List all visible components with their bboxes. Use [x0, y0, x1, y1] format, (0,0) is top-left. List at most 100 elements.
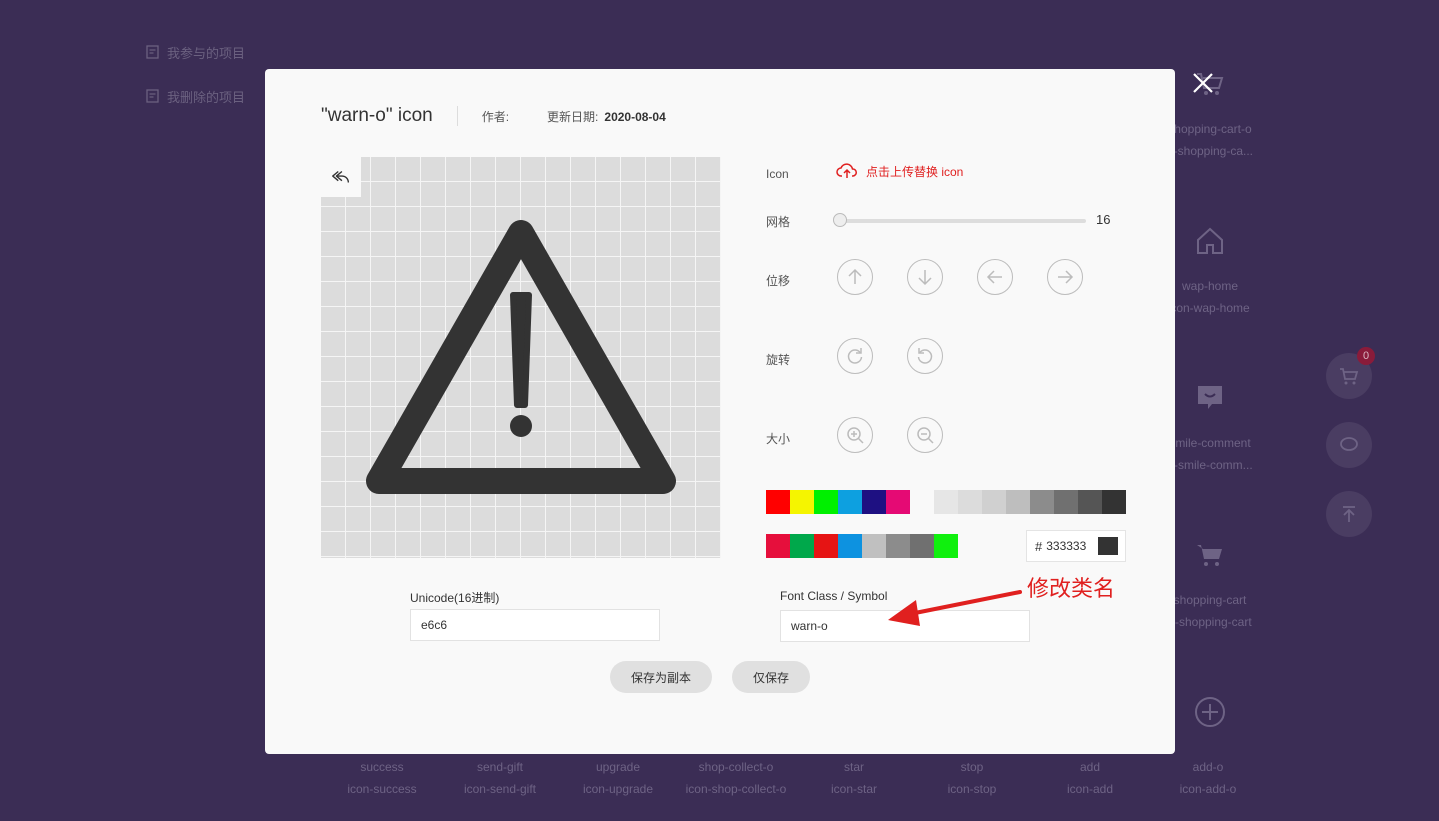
color-palette-secondary: [766, 534, 958, 558]
color-swatch[interactable]: [1102, 490, 1126, 514]
color-swatch[interactable]: [886, 490, 910, 514]
color-swatch[interactable]: [910, 534, 934, 558]
unicode-label: Unicode(16进制): [410, 591, 500, 605]
close-icon: [1193, 73, 1213, 93]
color-swatch[interactable]: [838, 534, 862, 558]
color-palette-gray: [934, 490, 1126, 514]
cart-badge: 0: [1357, 347, 1375, 365]
color-hex-value: 333333: [1046, 539, 1087, 553]
color-swatch[interactable]: [1078, 490, 1102, 514]
color-swatch[interactable]: [982, 490, 1006, 514]
rotate-clockwise-button[interactable]: [837, 338, 873, 374]
grid-label: 网格: [766, 215, 791, 229]
bg-icon-cell[interactable]: shop-collect-o icon-shop-collect-o: [677, 756, 795, 800]
rotate-label: 旋转: [766, 353, 791, 367]
icon-name: send-gift: [476, 760, 524, 774]
zoom-out-icon: [917, 427, 934, 444]
icon-name: shop-collect-o: [698, 760, 774, 774]
upload-replace-button[interactable]: 点击上传替换 icon: [836, 162, 963, 180]
icon-name: add: [1079, 760, 1101, 774]
chat-float-button[interactable]: [1326, 422, 1372, 468]
chat-icon: [1198, 386, 1222, 409]
color-swatch[interactable]: [790, 490, 814, 514]
sidebar-item-participated[interactable]: 我参与的项目: [145, 30, 285, 74]
color-swatch[interactable]: [958, 490, 982, 514]
color-swatch[interactable]: [814, 534, 838, 558]
arrow-up-icon: [848, 268, 862, 284]
color-swatch[interactable]: [886, 534, 910, 558]
bottom-icon-row: success icon-success send-gift icon-send-g…: [323, 756, 1267, 800]
grid-slider[interactable]: [833, 213, 1086, 227]
icon-name: upgrade: [595, 760, 641, 774]
back-to-top-button[interactable]: [1326, 491, 1372, 537]
icon-name: stop: [960, 760, 984, 774]
unicode-input[interactable]: [410, 609, 660, 641]
color-swatch[interactable]: [790, 534, 814, 558]
color-swatch[interactable]: [838, 490, 862, 514]
move-down-button[interactable]: [907, 259, 943, 295]
move-up-button[interactable]: [837, 259, 873, 295]
dialog-title: "warn-o" icon: [321, 105, 433, 126]
dialog-header: "warn-o" icon 作者: 更新日期: 2020-08-04: [321, 103, 666, 129]
slider-handle[interactable]: [833, 213, 847, 227]
author-info: 作者:: [482, 108, 515, 125]
arrow-right-icon: [1058, 270, 1074, 284]
home-icon: [1197, 227, 1223, 254]
bg-icon-cell[interactable]: add-o icon-add-o: [1149, 756, 1267, 800]
annotation-arrow: [888, 590, 1022, 626]
rotate-ccw-icon: [917, 348, 933, 364]
update-date-info: 更新日期: 2020-08-04: [547, 108, 666, 125]
color-swatch[interactable]: [1030, 490, 1054, 514]
color-swatch[interactable]: [766, 534, 790, 558]
zoom-in-button[interactable]: [837, 417, 873, 453]
icon-class: icon-star: [830, 782, 877, 796]
sidebar-item-deleted[interactable]: 我删除的项目: [145, 74, 285, 118]
bg-icon-cell[interactable]: upgrade icon-upgrade: [559, 756, 677, 800]
icon-name: add-o: [1192, 760, 1224, 774]
close-button[interactable]: [1188, 68, 1218, 98]
bg-icon-cell[interactable]: add icon-add: [1031, 756, 1149, 800]
icon-class: icon-success: [347, 782, 417, 796]
date-label: 更新日期:: [547, 109, 599, 124]
icon-class: icon-upgrade: [582, 782, 654, 796]
icon-class: icon-shop-collect-o: [685, 782, 787, 796]
color-swatch[interactable]: [766, 490, 790, 514]
icon-label: Icon: [766, 167, 789, 181]
icon-edit-canvas[interactable]: [321, 157, 721, 558]
save-button[interactable]: 仅保存: [732, 661, 810, 693]
annotation-text: 修改类名: [1027, 577, 1116, 602]
undo-button[interactable]: [321, 157, 361, 197]
bg-icon-cell[interactable]: success icon-success: [323, 756, 441, 800]
cart-icon: [1340, 368, 1359, 385]
zoom-out-button[interactable]: [907, 417, 943, 453]
grid-value: 16: [1096, 212, 1111, 227]
save-as-copy-button[interactable]: 保存为副本: [610, 661, 712, 693]
document-icon: [146, 89, 159, 103]
color-hex-input[interactable]: # 333333: [1026, 530, 1126, 562]
chat-icon: [1340, 437, 1358, 451]
bg-icon-cell[interactable]: star icon-star: [795, 756, 913, 800]
cart-icon: [1197, 545, 1222, 566]
header-divider: [456, 106, 458, 126]
zoom-in-icon: [847, 427, 864, 444]
rotate-counterclockwise-button[interactable]: [907, 338, 943, 374]
warning-icon: [366, 220, 676, 494]
bg-icon-cell[interactable]: send-gift icon-send-gift: [441, 756, 559, 800]
color-swatch[interactable]: [814, 490, 838, 514]
color-swatch[interactable]: [934, 534, 958, 558]
icon-class: icon-add: [1066, 782, 1114, 796]
color-swatch[interactable]: [862, 490, 886, 514]
color-swatch[interactable]: [1054, 490, 1078, 514]
plus-circle-icon: [1195, 697, 1225, 727]
color-preview-chip: [1098, 537, 1118, 555]
bg-icon-cell[interactable]: stop icon-stop: [913, 756, 1031, 800]
move-right-button[interactable]: [1047, 259, 1083, 295]
color-swatch[interactable]: [934, 490, 958, 514]
icon-name: success: [360, 760, 404, 774]
color-swatch[interactable]: [1006, 490, 1030, 514]
color-swatch[interactable]: [862, 534, 886, 558]
move-left-button[interactable]: [977, 259, 1013, 295]
document-icon: [146, 45, 159, 59]
color-palette-bright: [766, 490, 910, 514]
icon-class: icon-stop: [947, 782, 997, 796]
